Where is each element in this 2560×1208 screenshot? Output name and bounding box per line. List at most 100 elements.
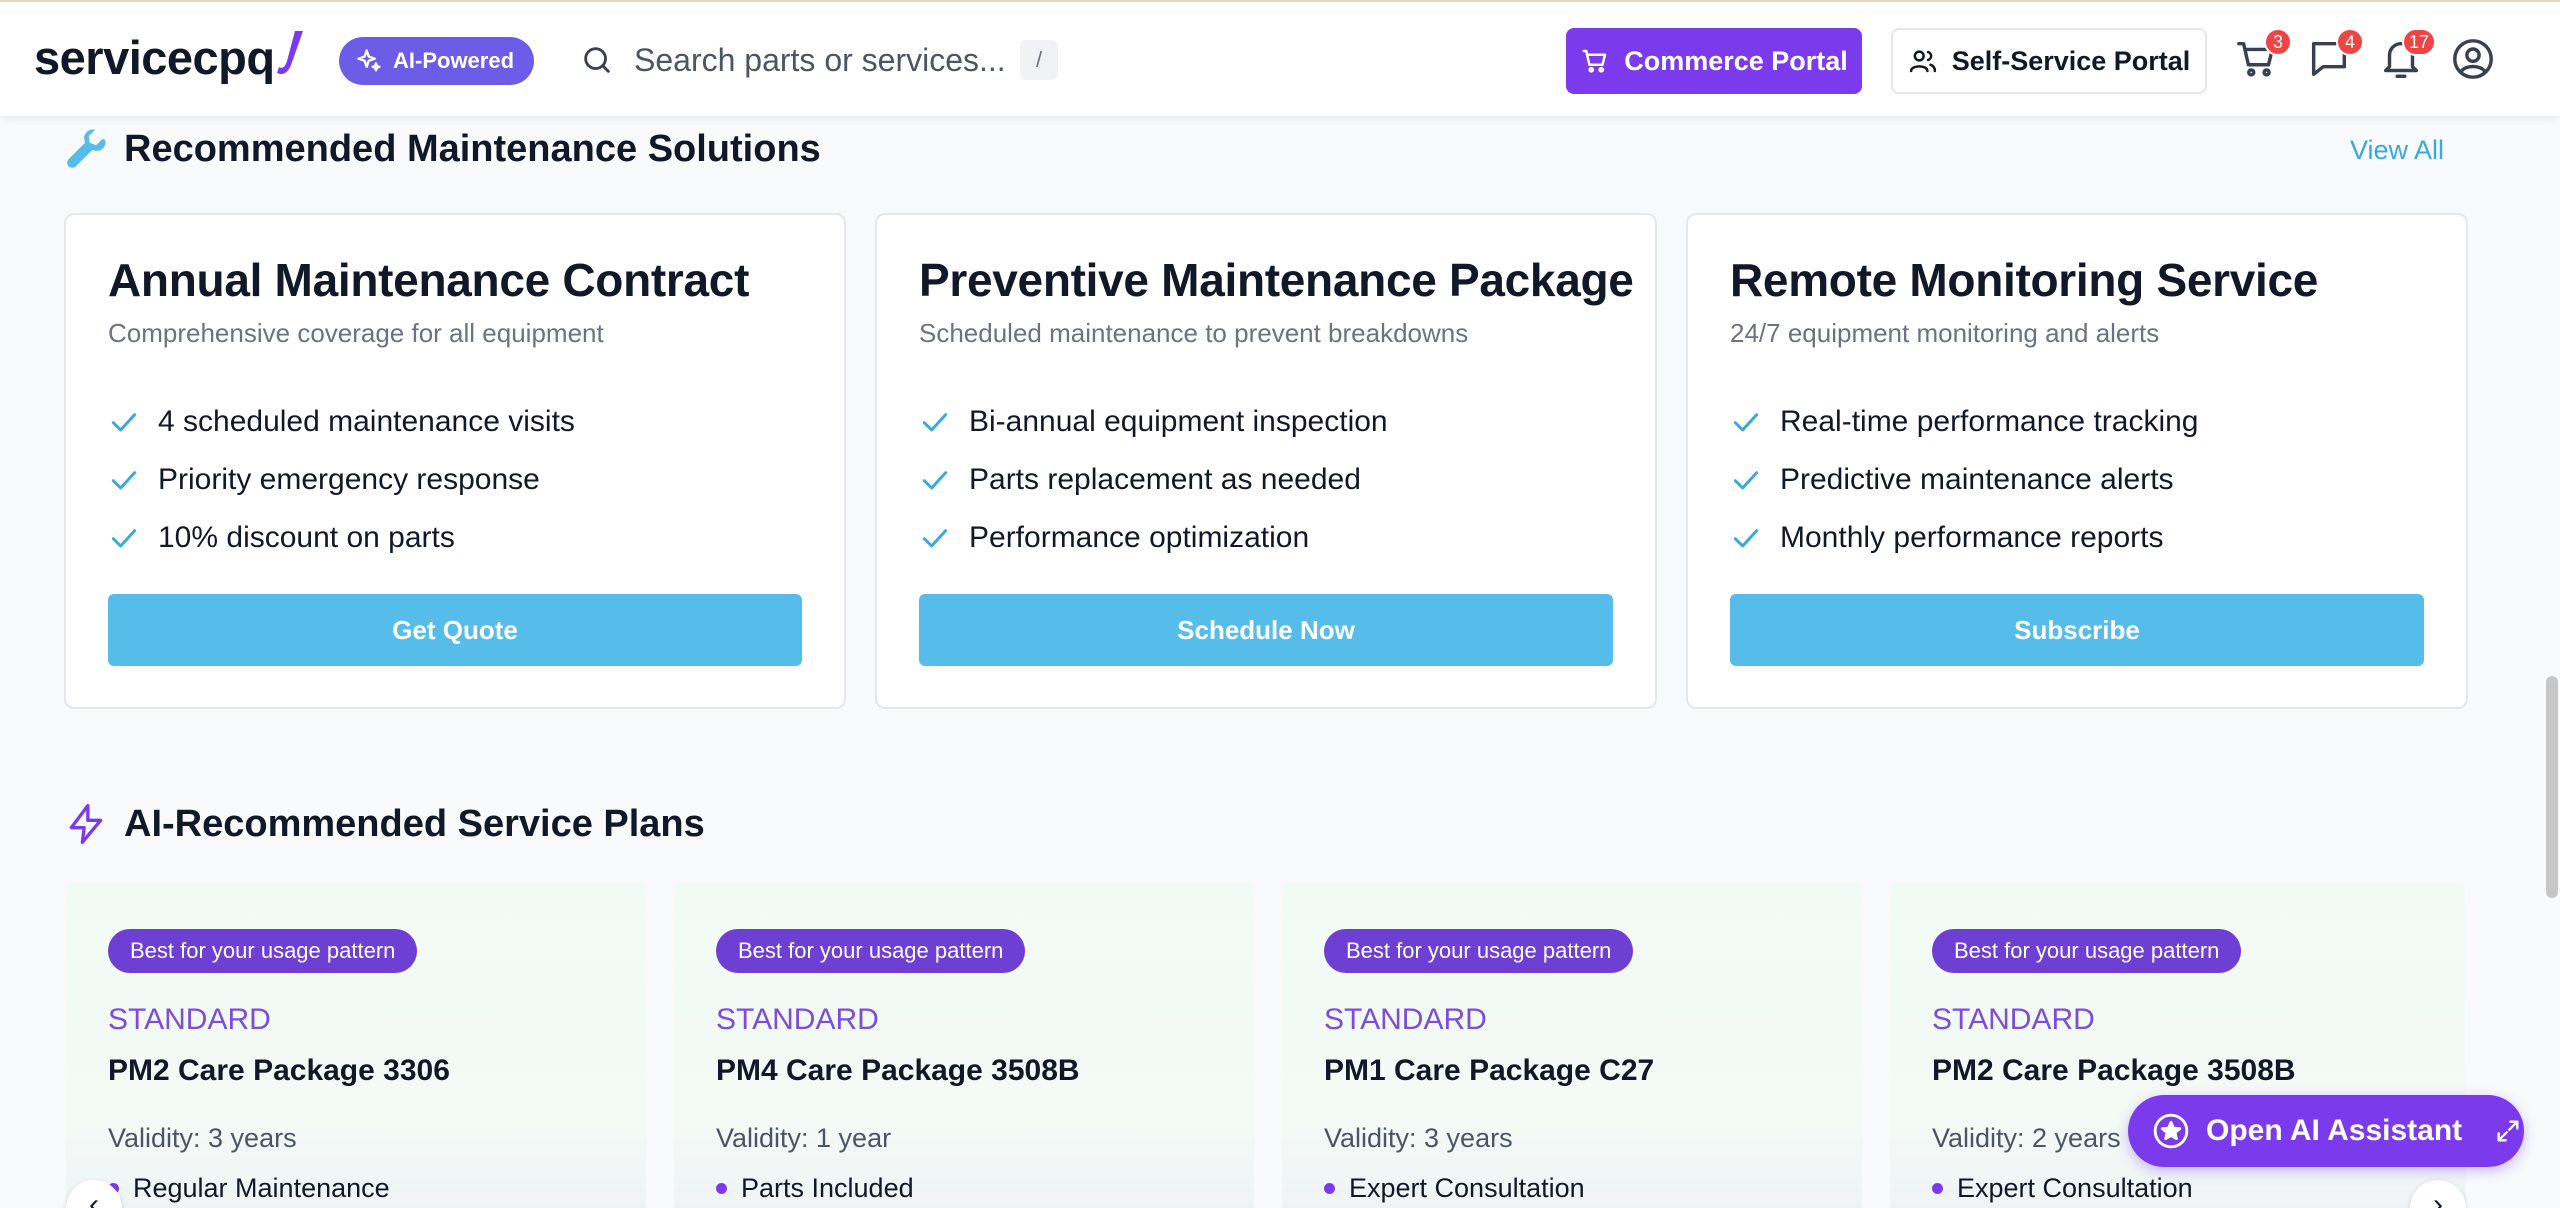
plan-perk: Expert Consultation <box>1324 1173 1585 1204</box>
profile-button[interactable] <box>2450 36 2496 82</box>
self-service-portal-button[interactable]: Self-Service Portal <box>1891 28 2207 94</box>
service-plans-title-text: AI-Recommended Service Plans <box>124 802 705 845</box>
plan-tier: STANDARD <box>716 1003 879 1036</box>
feature-item: Bi-annual equipment inspection <box>919 393 1388 451</box>
recommendation-pill: Best for your usage pattern <box>1324 929 1634 973</box>
cart-button[interactable]: 3 <box>2234 28 2292 82</box>
maintenance-section-title: Recommended Maintenance Solutions <box>64 127 821 171</box>
plan-validity: Validity: 3 years <box>108 1123 297 1153</box>
check-icon <box>922 413 948 432</box>
notifications-button[interactable]: 17 <box>2378 28 2436 82</box>
card-subtitle: Scheduled maintenance to prevent breakdo… <box>919 318 1469 348</box>
wrench-icon <box>67 129 106 168</box>
logo[interactable]: servicecpq <box>34 30 311 85</box>
feature-text: Performance optimization <box>969 521 1310 554</box>
sparkles-icon <box>357 49 381 72</box>
open-ai-assistant-button[interactable]: Open AI Assistant <box>2128 1095 2524 1167</box>
ai-badge-label: AI-Powered <box>393 48 515 73</box>
get-quote-button[interactable]: Get Quote <box>108 594 802 666</box>
feature-item: Priority emergency response <box>108 451 575 509</box>
bullet-dot <box>1932 1183 1943 1194</box>
ai-powered-badge: AI-Powered <box>339 37 535 85</box>
subscribe-button[interactable]: Subscribe <box>1730 594 2424 666</box>
feature-item: Parts replacement as needed <box>919 451 1388 509</box>
recommendation-pill: Best for your usage pattern <box>1932 929 2242 973</box>
feature-text: Priority emergency response <box>158 463 540 496</box>
schedule-now-button[interactable]: Schedule Now <box>919 594 1613 666</box>
service-plan-card[interactable]: Best for your usage pattern STANDARD PM2… <box>66 883 646 1208</box>
feature-text: Real-time performance tracking <box>1780 405 2199 438</box>
check-icon <box>922 529 948 548</box>
top-header: servicecpq AI-Powered / Commerce Portal … <box>0 0 2560 116</box>
feature-item: Real-time performance tracking <box>1730 393 2199 451</box>
chevron-left-icon: ‹ <box>89 1188 99 1208</box>
card-title: Remote Monitoring Service <box>1730 254 2319 306</box>
search-bar: / <box>580 32 1058 88</box>
ai-star-icon <box>2153 1113 2189 1149</box>
search-shortcut-key: / <box>1020 40 1058 80</box>
perk-text: Parts Included <box>741 1173 914 1203</box>
recommendation-pill: Best for your usage pattern <box>716 929 1026 973</box>
feature-text: 4 scheduled maintenance visits <box>158 405 575 438</box>
cart-icon <box>1582 49 1607 73</box>
plan-perk: Regular Maintenance <box>108 1173 390 1204</box>
feature-text: Monthly performance reports <box>1780 521 2164 554</box>
feature-item: Predictive maintenance alerts <box>1730 451 2199 509</box>
check-icon <box>1733 471 1759 490</box>
feature-text: Bi-annual equipment inspection <box>969 405 1388 438</box>
check-icon <box>922 471 948 490</box>
feature-list: Bi-annual equipment inspection Parts rep… <box>919 393 1388 567</box>
logo-text: servicecpq <box>34 31 275 84</box>
feature-text: Predictive maintenance alerts <box>1780 463 2174 496</box>
self-service-portal-label: Self-Service Portal <box>1951 45 2191 76</box>
card-title: Preventive Maintenance Package <box>919 254 1634 306</box>
card-title: Annual Maintenance Contract <box>108 254 750 306</box>
service-plan-card[interactable]: Best for your usage pattern STANDARD PM4… <box>674 883 1254 1208</box>
feature-item: 10% discount on parts <box>108 509 575 567</box>
maintenance-card: Annual Maintenance Contract Comprehensiv… <box>64 213 846 709</box>
feature-list: 4 scheduled maintenance visits Priority … <box>108 393 575 567</box>
expand-icon <box>2497 1120 2519 1142</box>
plan-name: PM4 Care Package 3508B <box>716 1054 1080 1087</box>
notifications-count-badge: 17 <box>2401 28 2436 56</box>
commerce-portal-label: Commerce Portal <box>1624 45 1848 76</box>
check-icon <box>111 471 137 490</box>
plan-name: PM2 Care Package 3306 <box>108 1054 450 1087</box>
service-plans-section-title: AI-Recommended Service Plans <box>64 802 705 846</box>
search-input[interactable] <box>634 41 1014 79</box>
commerce-portal-button[interactable]: Commerce Portal <box>1566 28 1862 94</box>
plan-tier: STANDARD <box>108 1003 271 1036</box>
plan-name: PM1 Care Package C27 <box>1324 1054 1655 1087</box>
logo-mark-icon <box>276 31 303 75</box>
perk-text: Expert Consultation <box>1957 1173 2193 1203</box>
plan-validity: Validity: 2 years <box>1932 1123 2121 1153</box>
feature-list: Real-time performance tracking Predictiv… <box>1730 393 2199 567</box>
plan-tier: STANDARD <box>1324 1003 1487 1036</box>
feature-text: Parts replacement as needed <box>969 463 1361 496</box>
plan-perk: Parts Included <box>716 1173 914 1204</box>
lightning-icon <box>69 804 103 844</box>
feature-item: Monthly performance reports <box>1730 509 2199 567</box>
users-icon <box>1909 50 1936 73</box>
view-all-link[interactable]: View All <box>2350 135 2444 166</box>
user-circle-icon <box>2453 39 2493 79</box>
check-icon <box>111 529 137 548</box>
perk-text: Regular Maintenance <box>133 1173 390 1203</box>
plan-name: PM2 Care Package 3508B <box>1932 1054 2296 1087</box>
assistant-label: Open AI Assistant <box>2206 1114 2463 1147</box>
messages-count-badge: 4 <box>2336 28 2364 56</box>
service-plan-card[interactable]: Best for your usage pattern STANDARD PM1… <box>1282 883 1862 1208</box>
chevron-right-icon: › <box>2433 1188 2443 1208</box>
maintenance-title-text: Recommended Maintenance Solutions <box>124 127 821 170</box>
card-subtitle: Comprehensive coverage for all equipment <box>108 318 604 348</box>
messages-button[interactable]: 4 <box>2306 28 2364 82</box>
perk-text: Expert Consultation <box>1349 1173 1585 1203</box>
page-scrollbar[interactable] <box>2546 676 2558 898</box>
bullet-dot <box>716 1183 727 1194</box>
feature-item: Performance optimization <box>919 509 1388 567</box>
search-icon <box>584 47 610 73</box>
card-subtitle: 24/7 equipment monitoring and alerts <box>1730 318 2160 348</box>
feature-item: 4 scheduled maintenance visits <box>108 393 575 451</box>
plan-perk: Expert Consultation <box>1932 1173 2193 1204</box>
maintenance-card: Preventive Maintenance Package Scheduled… <box>875 213 1657 709</box>
